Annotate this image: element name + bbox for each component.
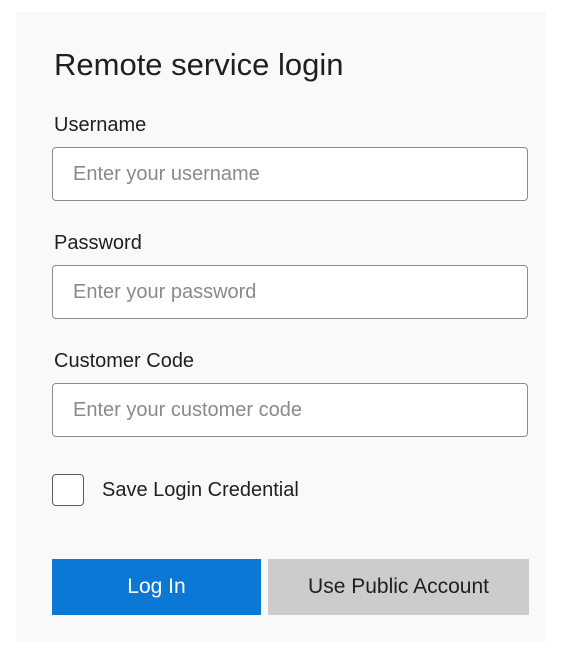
save-credential-row[interactable]: Save Login Credential	[52, 472, 299, 508]
login-dialog	[16, 12, 546, 642]
username-input[interactable]	[52, 147, 528, 201]
password-label: Password	[54, 232, 142, 254]
use-public-account-button[interactable]: Use Public Account	[268, 559, 529, 615]
save-credential-label[interactable]: Save Login Credential	[102, 478, 299, 502]
save-credential-checkbox[interactable]	[52, 474, 84, 506]
password-input[interactable]	[52, 265, 528, 319]
dialog-title: Remote service login	[54, 47, 344, 82]
customer-code-input[interactable]	[52, 383, 528, 437]
customer-code-label: Customer Code	[54, 350, 195, 372]
username-label: Username	[54, 114, 147, 136]
login-button[interactable]: Log In	[52, 559, 261, 615]
